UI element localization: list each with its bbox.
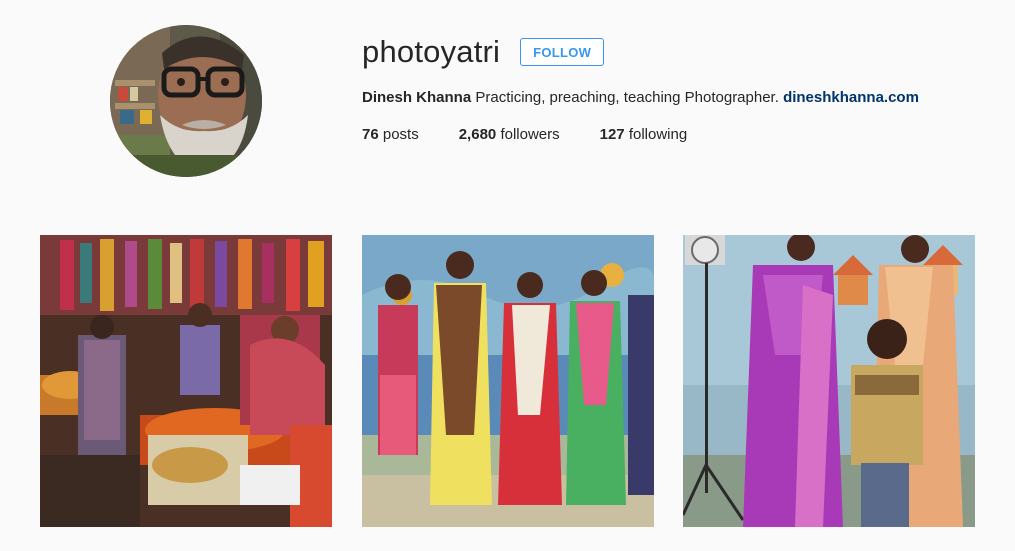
market-stall-photo (40, 235, 332, 527)
posts-label: posts (382, 126, 419, 143)
profile-avatar[interactable] (110, 25, 262, 177)
followers-count: 2,680 (458, 126, 497, 143)
profile-bio: Dinesh Khanna Practicing, preaching, tea… (362, 88, 919, 108)
post-thumbnail-2[interactable] (362, 235, 654, 527)
following-count: 127 (599, 126, 625, 143)
profile-header: photoyatri FOLLOW Dinesh Khanna Practici… (0, 0, 1015, 200)
following-label: following (628, 126, 688, 143)
follow-button[interactable]: FOLLOW (520, 38, 605, 66)
post-thumbnail-1[interactable] (40, 235, 332, 527)
posts-stat[interactable]: 76 posts (362, 125, 419, 145)
followers-label: followers (500, 126, 560, 143)
profile-full-name: Dinesh Khanna (362, 89, 472, 106)
women-in-saris-photo (362, 235, 654, 527)
avatar-image (110, 25, 262, 177)
studio-portrait-photo (683, 235, 975, 527)
profile-username: photoyatri (362, 34, 501, 69)
followers-stat[interactable]: 2,680 followers (459, 125, 560, 145)
posts-count: 76 (362, 126, 379, 143)
username-row: photoyatri FOLLOW (362, 30, 605, 74)
profile-bio-text: Practicing, preaching, teaching Photogra… (475, 89, 779, 106)
posts-grid (40, 235, 975, 527)
profile-stats: 76 posts 2,680 followers 127 following (362, 125, 727, 145)
post-thumbnail-3[interactable] (683, 235, 975, 527)
profile-website-link[interactable]: dineshkhanna.com (783, 89, 919, 106)
following-stat[interactable]: 127 following (600, 125, 688, 145)
